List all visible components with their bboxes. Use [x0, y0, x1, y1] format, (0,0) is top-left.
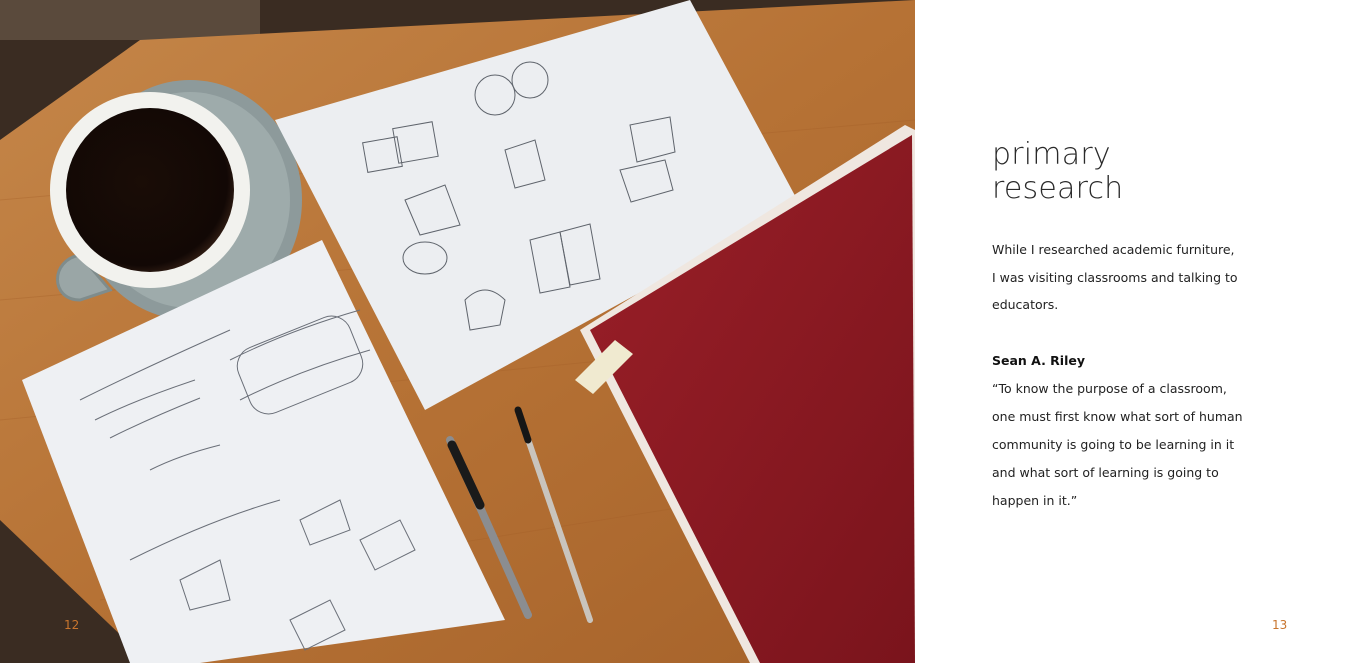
intro-line: While I researched academic furniture, [992, 242, 1235, 257]
quote-line: and what sort of learning is going to [992, 464, 1219, 480]
quote-line: community is going to be learning in it [992, 436, 1235, 452]
intro-paragraph: While I researched academic furniture, I… [992, 236, 1282, 319]
research-photo [0, 0, 915, 663]
quote-line: “To know the purpose of a classroom, [992, 380, 1227, 396]
quote-text: “To know the purpose of a classroom, one… [992, 375, 1282, 515]
right-page-number: 13 [1272, 618, 1288, 632]
coffee [66, 108, 234, 272]
intro-line: educators. [992, 297, 1059, 312]
quote-line: one must first know what sort of human [992, 408, 1243, 424]
intro-line: I was visiting classrooms and talking to [992, 269, 1238, 285]
quote-line: happen in it.” [992, 492, 1078, 508]
title-line-1: primary [992, 137, 1111, 172]
left-page-number: 12 [64, 618, 80, 632]
title-line-2: research [992, 171, 1124, 206]
page-title: primary research [992, 138, 1282, 206]
research-text-column: primary research While I researched acad… [992, 138, 1282, 515]
quote-author: Sean A. Riley [992, 352, 1085, 368]
window-frame [0, 0, 260, 40]
